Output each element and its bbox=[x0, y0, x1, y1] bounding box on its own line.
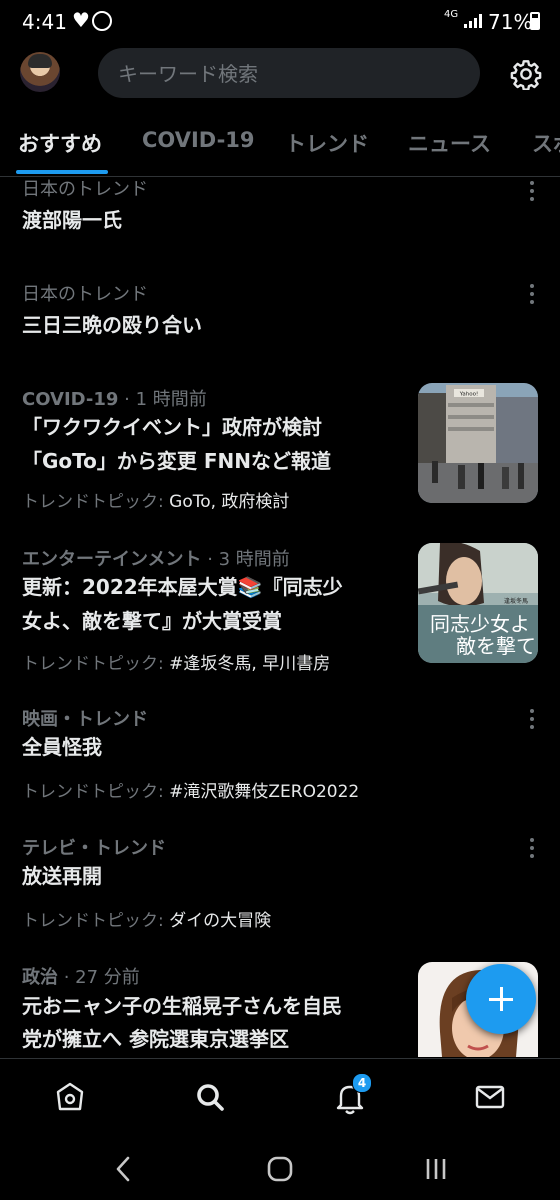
news-meta: エンターテインメント · 3 時間前 bbox=[22, 549, 290, 570]
tab-sports[interactable]: スポ bbox=[532, 128, 560, 158]
status-bar: 4:41 ♥ 4G 71% bbox=[0, 0, 560, 44]
explore-tabs: おすすめ COVID-19 トレンド ニュース スポ bbox=[0, 118, 560, 177]
tab-news[interactable]: ニュース bbox=[408, 128, 491, 158]
search-icon[interactable] bbox=[188, 1075, 232, 1119]
svg-text:同志少女よ: 同志少女よ bbox=[430, 612, 530, 636]
news-item[interactable]: COVID-19 · 1 時間前 「ワクワクイベント」政府が検討 「GoTo」か… bbox=[0, 377, 560, 517]
trend-topic: トレンドトピック: #逢坂冬馬, 早川書房 bbox=[22, 654, 331, 674]
trend-meta: テレビ・トレンド bbox=[22, 838, 166, 859]
trend-item[interactable]: テレビ・トレンド 放送再開 トレンドトピック: ダイの大冒険 bbox=[0, 831, 560, 951]
tab-trends[interactable]: トレンド bbox=[285, 128, 369, 158]
svg-text:逢坂冬馬: 逢坂冬馬 bbox=[504, 597, 528, 605]
avatar[interactable] bbox=[20, 52, 60, 92]
trend-title: 全員怪我 bbox=[22, 735, 102, 759]
news-title-line: 「ワクワクイベント」政府が検討 bbox=[22, 415, 322, 439]
notification-badge: 4 bbox=[352, 1073, 372, 1093]
active-tab-indicator bbox=[16, 170, 108, 174]
home-icon[interactable] bbox=[48, 1075, 92, 1119]
battery-percent: 71% bbox=[488, 10, 533, 34]
top-bar bbox=[0, 44, 560, 102]
news-thumbnail: 同志少女よ 敵を撃て 逢坂冬馬 bbox=[418, 543, 538, 663]
more-icon[interactable] bbox=[524, 282, 540, 306]
heart-icon: ♥ bbox=[72, 8, 90, 32]
news-title-line: 女よ、敵を撃て』が大賞受賞 bbox=[22, 609, 282, 633]
trend-title: 三日三晩の殴り合い bbox=[22, 313, 202, 337]
trend-topic: トレンドトピック: GoTo, 政府検討 bbox=[22, 492, 290, 512]
gear-icon[interactable] bbox=[510, 58, 542, 90]
network-type: 4G bbox=[444, 9, 459, 20]
mail-icon[interactable] bbox=[468, 1075, 512, 1119]
sync-icon bbox=[92, 11, 112, 31]
trend-topic: トレンドトピック: ダイの大冒険 bbox=[22, 911, 272, 931]
more-icon[interactable] bbox=[524, 707, 540, 731]
trend-feed: 日本のトレンド 渡部陽一氏 日本のトレンド 三日三晩の殴り合い COVID-19… bbox=[0, 177, 560, 1057]
news-title-line: 「GoTo」から変更 FNNなど報道 bbox=[22, 449, 331, 473]
notifications-button[interactable]: 4 bbox=[328, 1073, 372, 1119]
trend-item[interactable]: 日本のトレンド 渡部陽一氏 bbox=[0, 177, 560, 257]
news-title-line: 党が擁立へ 参院選東京選挙区 bbox=[22, 1027, 289, 1051]
svg-text:敵を撃て: 敵を撃て bbox=[456, 634, 536, 658]
trend-item[interactable]: 日本のトレンド 三日三晩の殴り合い bbox=[0, 272, 560, 352]
trend-meta: 日本のトレンド bbox=[22, 179, 148, 200]
trend-title: 渡部陽一氏 bbox=[22, 208, 122, 232]
search-box[interactable] bbox=[98, 48, 480, 100]
battery-icon bbox=[530, 12, 540, 30]
trend-meta: 映画・トレンド bbox=[22, 709, 148, 730]
recents-icon[interactable] bbox=[416, 1152, 456, 1186]
news-item[interactable]: エンターテインメント · 3 時間前 更新：2022年本屋大賞📚『同志少 女よ、… bbox=[0, 539, 560, 679]
status-time: 4:41 bbox=[22, 10, 67, 34]
trend-title: 放送再開 bbox=[22, 864, 102, 888]
more-icon[interactable] bbox=[524, 179, 540, 203]
news-title-line: 更新：2022年本屋大賞📚『同志少 bbox=[22, 575, 343, 599]
news-meta: COVID-19 · 1 時間前 bbox=[22, 389, 207, 410]
news-meta: 政治 · 27 分前 bbox=[22, 967, 140, 988]
svg-text:Yahoo!: Yahoo! bbox=[459, 392, 478, 398]
tab-recommended[interactable]: おすすめ bbox=[18, 128, 102, 158]
search-input[interactable] bbox=[116, 48, 460, 100]
news-title-line: 元おニャン子の生稲晃子さんを自民 bbox=[22, 994, 342, 1018]
system-nav-bar bbox=[0, 1138, 560, 1200]
trend-topic: トレンドトピック: #滝沢歌舞伎ZERO2022 bbox=[22, 782, 360, 802]
compose-button[interactable] bbox=[466, 964, 536, 1034]
back-icon[interactable] bbox=[104, 1152, 144, 1186]
trend-meta: 日本のトレンド bbox=[22, 284, 148, 305]
trend-item[interactable]: 映画・トレンド 全員怪我 トレンドトピック: #滝沢歌舞伎ZERO2022 bbox=[0, 702, 560, 822]
news-thumbnail: Yahoo! bbox=[418, 383, 538, 503]
bottom-nav: 4 bbox=[0, 1058, 560, 1139]
home-circle-icon[interactable] bbox=[260, 1152, 300, 1186]
tab-covid19[interactable]: COVID-19 bbox=[142, 128, 255, 152]
signal-icon bbox=[464, 14, 482, 28]
more-icon[interactable] bbox=[524, 836, 540, 860]
